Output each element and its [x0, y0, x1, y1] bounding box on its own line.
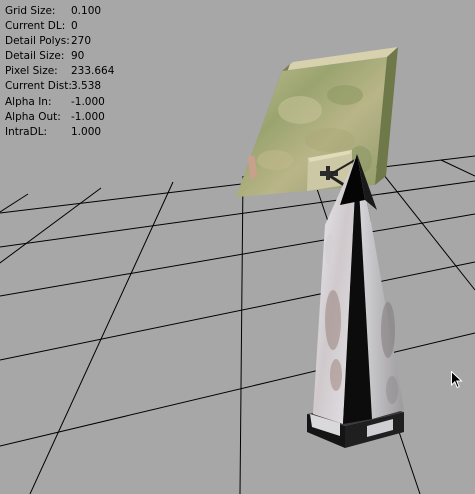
stat-value: 90 [71, 50, 85, 63]
arrow-cursor-icon [451, 371, 463, 389]
stat-value: 0 [71, 20, 78, 33]
stat-label: Grid Size: [5, 5, 56, 17]
stat-value: -1.000 [71, 110, 105, 123]
stat-label: IntraDL: [5, 125, 48, 138]
stat-label: Detail Size: [5, 50, 65, 63]
stat-value: 3.538 [71, 80, 102, 93]
stat-value: -1.000 [71, 95, 105, 108]
3d-viewport[interactable]: Grid Size: 0.100 Current DL: 0 Detail Po… [0, 0, 475, 494]
stat-value: 1.000 [71, 125, 102, 138]
stat-label: Alpha Out: [5, 110, 61, 123]
stat-label: Detail Polys: [5, 35, 70, 48]
stat-value: 270 [71, 35, 92, 48]
stat-label: Current DL: [5, 20, 66, 33]
stat-label: Alpha In: [5, 95, 52, 108]
stat-value: 0.100 [71, 5, 102, 17]
stat-label: Current Dist: [5, 80, 72, 93]
stat-value: 233.664 [71, 65, 115, 78]
stat-label: Pixel Size: [5, 65, 58, 78]
